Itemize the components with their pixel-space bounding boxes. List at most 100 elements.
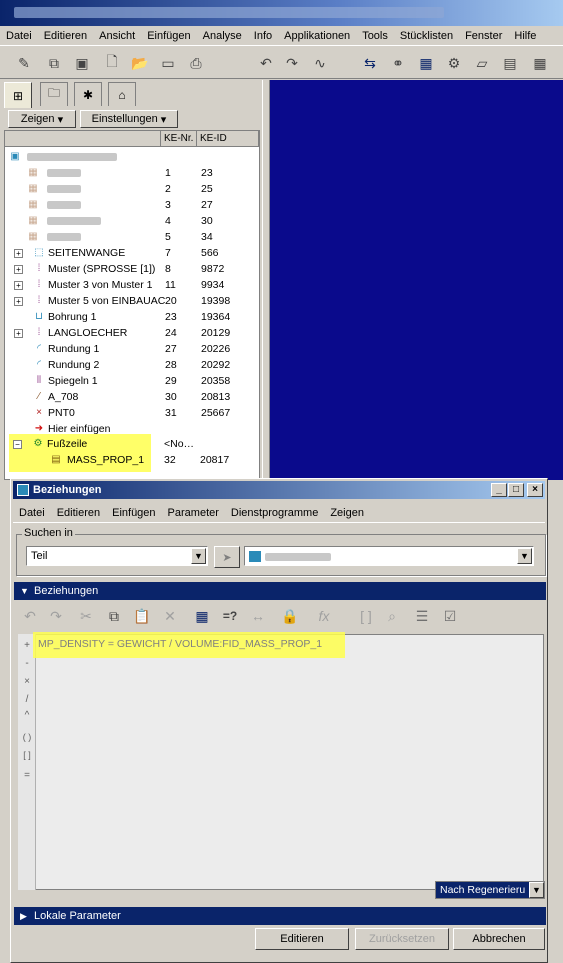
menu-editieren[interactable]: Editieren <box>38 30 93 42</box>
menu-stuecklisten[interactable]: Stücklisten <box>394 30 459 42</box>
menu-applikationen[interactable]: Applikationen <box>278 30 356 42</box>
chevron-down-icon[interactable]: ▼ <box>517 548 532 564</box>
window-icon[interactable]: ▤ <box>500 53 520 73</box>
tree-row-hidden[interactable]: ▦ 5 34 <box>5 229 261 245</box>
evaluate-icon[interactable]: =? <box>220 606 240 626</box>
menu-tools[interactable]: Tools <box>356 30 394 42</box>
search-model-select[interactable]: ▼ <box>244 546 534 566</box>
sketch-icon[interactable]: ∿ <box>310 53 330 73</box>
cut-icon[interactable]: ✂ <box>76 606 96 626</box>
tree-row[interactable]: ⫴ Spiegeln 1 29 20358 <box>5 373 261 389</box>
settings-button[interactable]: Einstellungen ▾ <box>80 110 178 128</box>
tab-favorites[interactable]: ✱ <box>74 82 102 106</box>
tree-row[interactable]: × PNT0 31 25667 <box>5 405 261 421</box>
expand-icon[interactable]: + <box>14 297 23 306</box>
sort-icon[interactable]: ☰ <box>412 606 432 626</box>
save-icon[interactable]: ▭ <box>158 53 178 73</box>
verify-icon[interactable]: ☑ <box>440 606 460 626</box>
open-folder-icon[interactable]: 📂 <box>130 53 150 73</box>
copy-icon[interactable]: ⧉ <box>44 53 64 73</box>
tree-row[interactable]: + ⁞ Muster 3 von Muster 1 11 9934 <box>5 277 261 293</box>
dialog-menu-parameter[interactable]: Parameter <box>162 507 225 519</box>
tree-row[interactable]: ◜ Rundung 2 28 20292 <box>5 357 261 373</box>
tree-row-hidden[interactable]: ▦ 4 30 <box>5 213 261 229</box>
undo-icon[interactable]: ↶ <box>256 53 276 73</box>
dimension-icon[interactable]: ↔ <box>248 606 268 626</box>
tree-row-hidden[interactable]: ▦ 1 23 <box>5 165 261 181</box>
parameters-icon[interactable]: ▦ <box>192 606 212 626</box>
tree-row-footer[interactable]: − ⚙ Fußzeile <No… <box>4 436 260 452</box>
tree-row[interactable]: ⊔ Bohrung 1 23 19364 <box>5 309 261 325</box>
tab-folder-browser[interactable]: 🗀 <box>40 82 68 106</box>
tree-row[interactable]: + ⁞ Muster 5 von EINBAUAC 20 19398 <box>5 293 261 309</box>
find-icon[interactable]: ⌕ <box>382 606 402 626</box>
print-icon[interactable]: ⎙ <box>186 53 206 73</box>
column-header-name[interactable] <box>5 131 161 147</box>
expand-icon[interactable]: + <box>14 249 23 258</box>
dialog-titlebar[interactable]: Beziehungen _ □ × <box>13 481 545 499</box>
dialog-menu-editieren[interactable]: Editieren <box>51 507 106 519</box>
lock-icon[interactable]: 🔒 <box>280 606 300 626</box>
dialog-menu-dienstprogramme[interactable]: Dienstprogramme <box>225 507 324 519</box>
maximize-icon[interactable]: □ <box>508 483 524 497</box>
show-button[interactable]: Zeigen ▾ <box>8 110 76 128</box>
menu-fenster[interactable]: Fenster <box>459 30 508 42</box>
menu-datei[interactable]: Datei <box>0 30 38 42</box>
graphics-window[interactable] <box>270 80 563 480</box>
redo-icon[interactable]: ↷ <box>282 53 302 73</box>
tab-model-tree[interactable]: ⊞ <box>4 82 32 108</box>
redo-icon[interactable]: ↷ <box>46 606 66 626</box>
column-header-id[interactable]: KE-ID <box>197 131 259 147</box>
expand-icon[interactable]: + <box>14 329 23 338</box>
chevron-down-icon[interactable]: ▼ <box>529 882 544 898</box>
menu-ansicht[interactable]: Ansicht <box>93 30 141 42</box>
relations-icon[interactable]: ⚙ <box>444 53 464 73</box>
divide-operator[interactable]: / <box>18 694 36 705</box>
relation-line[interactable]: MP_DENSITY = GEWICHT / VOLUME:FID_MASS_P… <box>38 638 322 650</box>
regen-select[interactable]: Nach Regenerieru ▼ <box>435 881 545 899</box>
brackets-icon[interactable]: [ ] <box>356 606 376 626</box>
tree-icon[interactable]: ▦ <box>530 53 550 73</box>
menu-einfuegen[interactable]: Einfügen <box>141 30 196 42</box>
function-icon[interactable]: fx <box>314 606 334 626</box>
edit-button[interactable]: Editieren <box>255 928 349 950</box>
section-local-params-header[interactable]: ▶ Lokale Parameter <box>14 907 546 925</box>
relations-editor[interactable] <box>18 634 544 890</box>
tree-row[interactable]: ⁄ A_708 30 20813 <box>5 389 261 405</box>
equals-operator[interactable]: = <box>18 770 36 781</box>
close-icon[interactable]: × <box>527 483 543 497</box>
menu-info[interactable]: Info <box>248 30 278 42</box>
undo-icon[interactable]: ↶ <box>20 606 40 626</box>
parentheses-operator[interactable]: ( ) <box>18 732 36 742</box>
section-relations-header[interactable]: ▼ Beziehungen <box>14 582 546 600</box>
dialog-menu-datei[interactable]: Datei <box>13 507 51 519</box>
column-header-nr[interactable]: KE-Nr. <box>161 131 197 147</box>
model-icon[interactable]: ▣ <box>72 53 92 73</box>
minimize-icon[interactable]: _ <box>491 483 507 497</box>
expand-icon[interactable]: + <box>14 265 23 274</box>
tree-row-mass-prop[interactable]: ▤ MASS_PROP_1 32 20817 <box>4 452 260 468</box>
tree-row[interactable]: + ⁞ Muster (SPROSSE [1]) 8 9872 <box>5 261 261 277</box>
power-operator[interactable]: ^ <box>18 710 36 721</box>
new-file-icon[interactable]: 🗋 <box>102 53 122 73</box>
swap-icon[interactable]: ⇆ <box>360 53 380 73</box>
menu-hilfe[interactable]: Hilfe <box>508 30 542 42</box>
tree-row[interactable]: ◜ Rundung 1 27 20226 <box>5 341 261 357</box>
tree-row[interactable]: + ⁞ LANGLOECHER 24 20129 <box>5 325 261 341</box>
regenerate-icon[interactable]: ✎ <box>14 53 34 73</box>
brackets-operator[interactable]: [ ] <box>18 750 36 760</box>
paste-icon[interactable]: 📋 <box>132 606 152 626</box>
cancel-button[interactable]: Abbrechen <box>453 928 545 950</box>
search-type-select[interactable]: Teil ▼ <box>26 546 208 566</box>
tab-connections[interactable]: ⌂ <box>108 82 136 106</box>
menu-analyse[interactable]: Analyse <box>197 30 248 42</box>
copy-icon[interactable]: ⧉ <box>104 606 124 626</box>
layer-icon[interactable]: ▱ <box>472 53 492 73</box>
tree-row-hidden[interactable]: ▦ 3 27 <box>5 197 261 213</box>
model-tree[interactable]: KE-Nr. KE-ID ▣ ▦ 1 23 ▦ 2 25 ▦ 3 27 ▦ 4 30 ▦ 5 34 … <box>4 130 260 480</box>
select-button[interactable]: ➤ <box>214 546 240 568</box>
delete-icon[interactable]: ✕ <box>160 606 180 626</box>
collapse-icon[interactable]: − <box>13 440 22 449</box>
tree-root[interactable]: ▣ <box>5 149 261 165</box>
expand-icon[interactable]: + <box>14 281 23 290</box>
